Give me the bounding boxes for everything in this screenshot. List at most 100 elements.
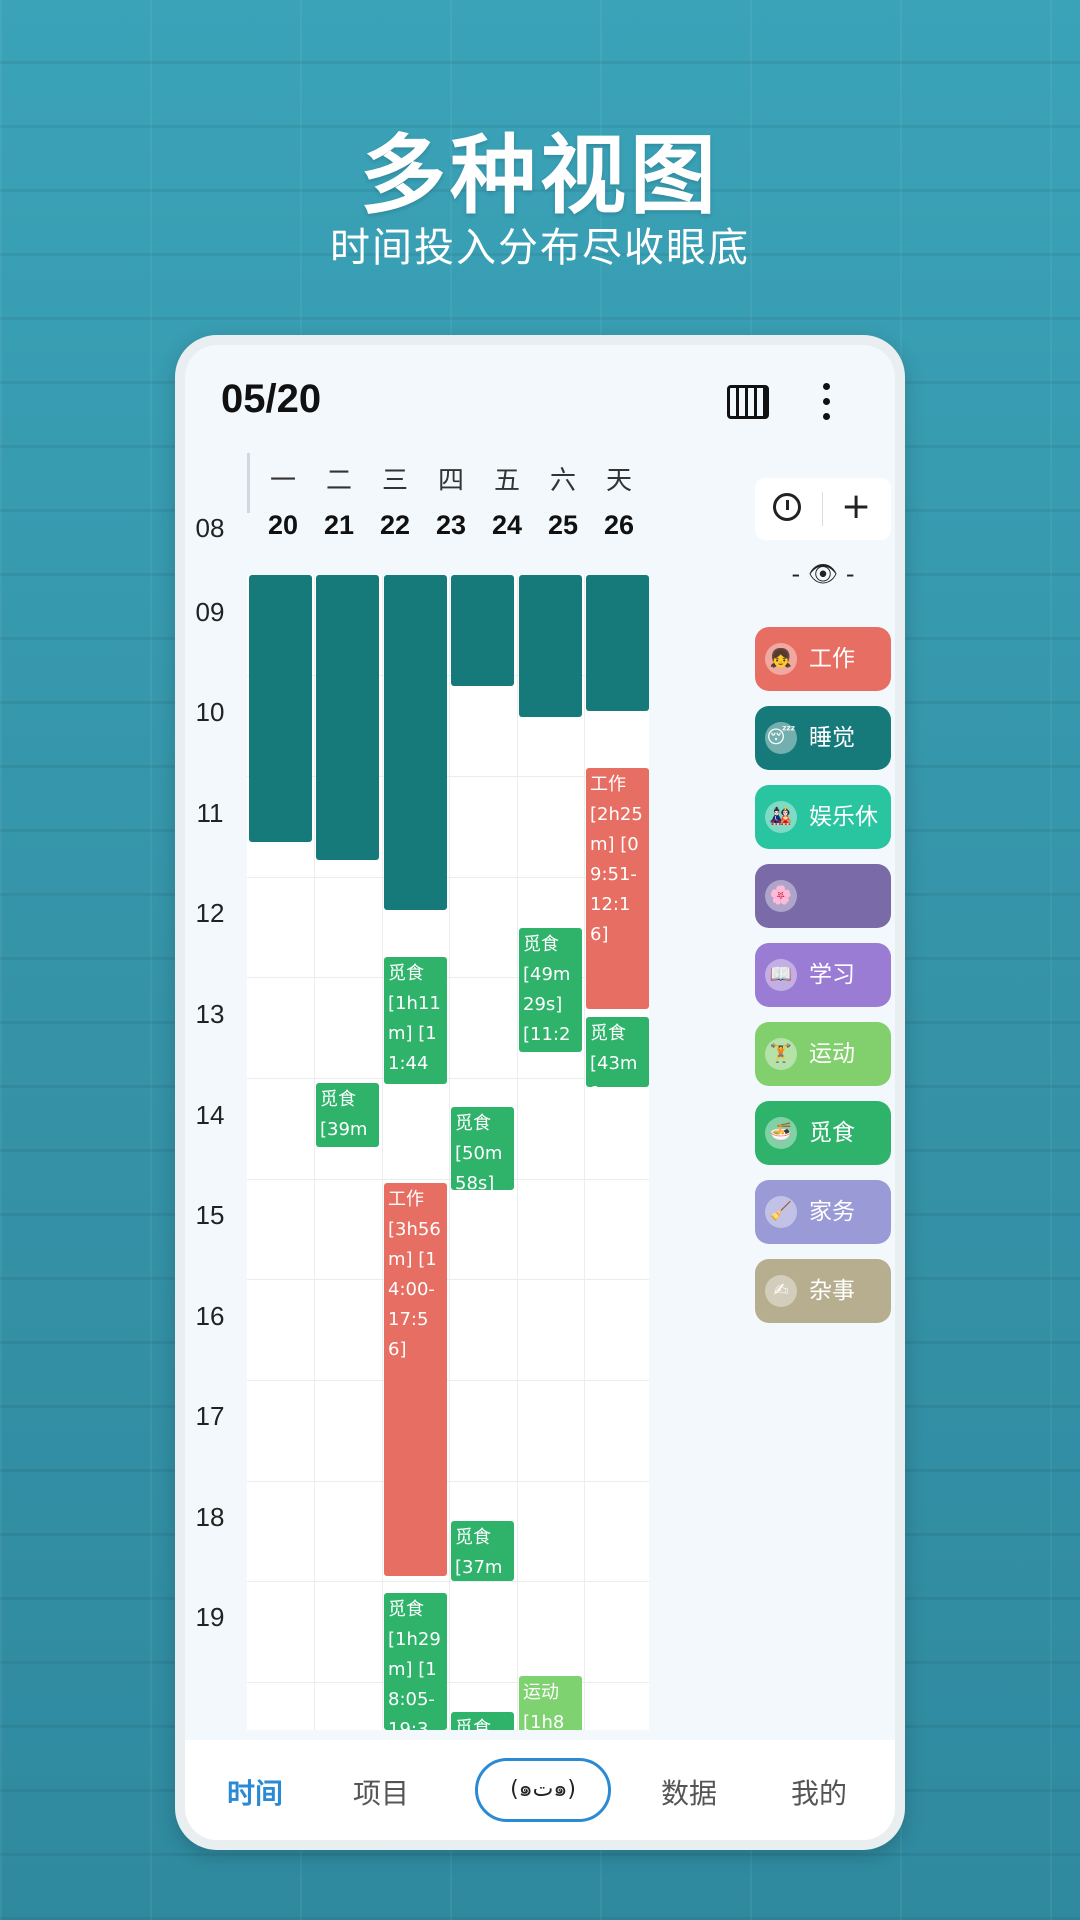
event-block[interactable]: 觅食 [39m3 — [316, 1083, 379, 1147]
hour-label: 09 — [195, 597, 225, 627]
weekday-label: 四 — [437, 466, 464, 496]
hour-label: 19 — [195, 1602, 225, 1632]
tab-data[interactable]: 数据 — [661, 1772, 717, 1812]
grid-line — [247, 1682, 649, 1683]
date-label[interactable]: 20 — [253, 510, 313, 541]
grid-line — [247, 1179, 649, 1180]
date-label[interactable]: 26 — [589, 510, 649, 541]
event-block[interactable] — [384, 575, 447, 910]
grid-line — [247, 1380, 649, 1381]
category-food[interactable]: 🍜 觅食 — [755, 1101, 891, 1165]
grid-line — [247, 1581, 649, 1582]
category-label: 杂事 — [809, 1278, 855, 1304]
flower-guitar-icon: 🌸 — [765, 880, 797, 912]
app-screen: 05/20 一 二 三 四 五 六 天 20 21 22 23 24 25 26… — [185, 345, 895, 1840]
broom-icon: 🧹 — [765, 1196, 797, 1228]
food-bowl-icon: 🍜 — [765, 1117, 797, 1149]
category-study[interactable]: 📖 学习 — [755, 943, 891, 1007]
grid-line — [247, 1481, 649, 1482]
current-date[interactable]: 05/20 — [221, 377, 321, 422]
hour-label: 08 — [195, 513, 225, 543]
center-emoticon-button[interactable]: (๑ت๑) — [475, 1758, 611, 1822]
hour-label: 11 — [196, 798, 224, 828]
hour-label: 10 — [195, 697, 225, 727]
category-misc[interactable]: ✍ 杂事 — [755, 1259, 891, 1323]
category-sport[interactable]: 🏋 运动 — [755, 1022, 891, 1086]
category-label: 觅食 — [809, 1120, 855, 1146]
event-block[interactable]: 觅食 [1h29m] [18:05-19:3 — [384, 1593, 447, 1730]
hour-label: 15 — [195, 1200, 225, 1230]
hour-label: 12 — [195, 898, 225, 928]
weekday-label: 天 — [605, 466, 632, 496]
toolbox: + — [755, 478, 891, 540]
hour-label: 17 — [195, 1401, 225, 1431]
tab-project[interactable]: 项目 — [353, 1772, 409, 1812]
category-label: 家务 — [809, 1199, 855, 1225]
event-block[interactable]: 觅食 [49m29s] [11:27 — [519, 928, 582, 1052]
grid-line — [449, 575, 450, 1730]
week-grid-icon[interactable] — [727, 385, 769, 419]
category-label: 娱乐休 — [809, 804, 878, 830]
category-label: 运动 — [809, 1041, 855, 1067]
event-block[interactable]: 觅食 [50m58s] — [451, 1107, 514, 1190]
event-block[interactable] — [451, 575, 514, 686]
date-label[interactable]: 21 — [309, 510, 369, 541]
grid-line — [314, 575, 315, 1730]
event-block[interactable] — [249, 575, 312, 842]
tab-time[interactable]: 时间 — [227, 1772, 283, 1812]
grid-line — [247, 1279, 649, 1280]
hour-label: 16 — [195, 1301, 225, 1331]
weekday-label: 一 — [269, 466, 296, 496]
date-label[interactable]: 23 — [421, 510, 481, 541]
event-block[interactable] — [316, 575, 379, 860]
category-leisure[interactable]: 🎎 娱乐休 — [755, 785, 891, 849]
event-block[interactable]: 觅食 — [451, 1712, 514, 1730]
category-label: 睡觉 — [809, 725, 855, 751]
toolbox-divider — [822, 492, 823, 526]
promo-subtitle: 时间投入分布尽收眼底 — [330, 225, 750, 271]
dumbbell-icon: 🏋 — [765, 1038, 797, 1070]
book-icon: 📖 — [765, 959, 797, 991]
category-sleep[interactable]: 😴 睡觉 — [755, 706, 891, 770]
visibility-toggle[interactable]: - 👁 - — [755, 560, 891, 588]
more-vertical-icon[interactable] — [821, 383, 831, 423]
hour-label: 13 — [195, 999, 225, 1029]
date-label[interactable]: 22 — [365, 510, 425, 541]
event-block[interactable]: 觅食 [37m4 — [451, 1521, 514, 1581]
add-button[interactable]: + — [841, 486, 871, 528]
event-block[interactable] — [519, 575, 582, 717]
tab-me[interactable]: 我的 — [791, 1772, 847, 1812]
category-work[interactable]: 👧 工作 — [755, 627, 891, 691]
event-block[interactable]: 运动 [1h8m — [519, 1676, 582, 1730]
weekday-label: 六 — [549, 466, 576, 496]
bottom-tab-bar: 时间 项目 (๑ت๑) 数据 我的 — [185, 1740, 895, 1840]
category-hobby[interactable]: 🌸 — [755, 864, 891, 928]
weekday-label: 五 — [493, 466, 520, 496]
sleepy-face-icon: 😴 — [765, 722, 797, 754]
category-chores[interactable]: 🧹 家务 — [755, 1180, 891, 1244]
promo-title: 多种视图 — [360, 126, 720, 226]
event-block[interactable]: 觅食 [43m1 — [586, 1017, 649, 1087]
date-label[interactable]: 24 — [477, 510, 537, 541]
weekday-label: 三 — [381, 466, 408, 496]
weekday-label: 二 — [325, 466, 352, 496]
date-label[interactable]: 25 — [533, 510, 593, 541]
top-bar: 05/20 — [185, 345, 895, 455]
hour-label: 18 — [195, 1502, 225, 1532]
girl-avatar-icon: 👧 — [765, 643, 797, 675]
signature-icon: ✍ — [765, 1275, 797, 1307]
event-block[interactable] — [586, 575, 649, 711]
category-label: 学习 — [809, 962, 855, 988]
grid-line — [584, 575, 585, 1730]
category-label: 工作 — [809, 646, 855, 672]
phone-frame: 05/20 一 二 三 四 五 六 天 20 21 22 23 24 25 26… — [175, 335, 905, 1850]
character-icon: 🎎 — [765, 801, 797, 833]
event-block[interactable]: 觅食 [1h11m] [11:44 — [384, 957, 447, 1084]
grid-line — [517, 575, 518, 1730]
header-divider — [247, 453, 250, 513]
event-block[interactable]: 工作 [3h56m] [14:00-17:56] — [384, 1183, 447, 1576]
hour-label: 14 — [195, 1100, 225, 1130]
week-grid[interactable]: 工作 [2h25m] [09:51-12:16] 觅食 [49m29s] [11… — [247, 575, 649, 1730]
event-block[interactable]: 工作 [2h25m] [09:51-12:16] — [586, 768, 649, 1009]
clock-icon[interactable] — [773, 493, 801, 521]
